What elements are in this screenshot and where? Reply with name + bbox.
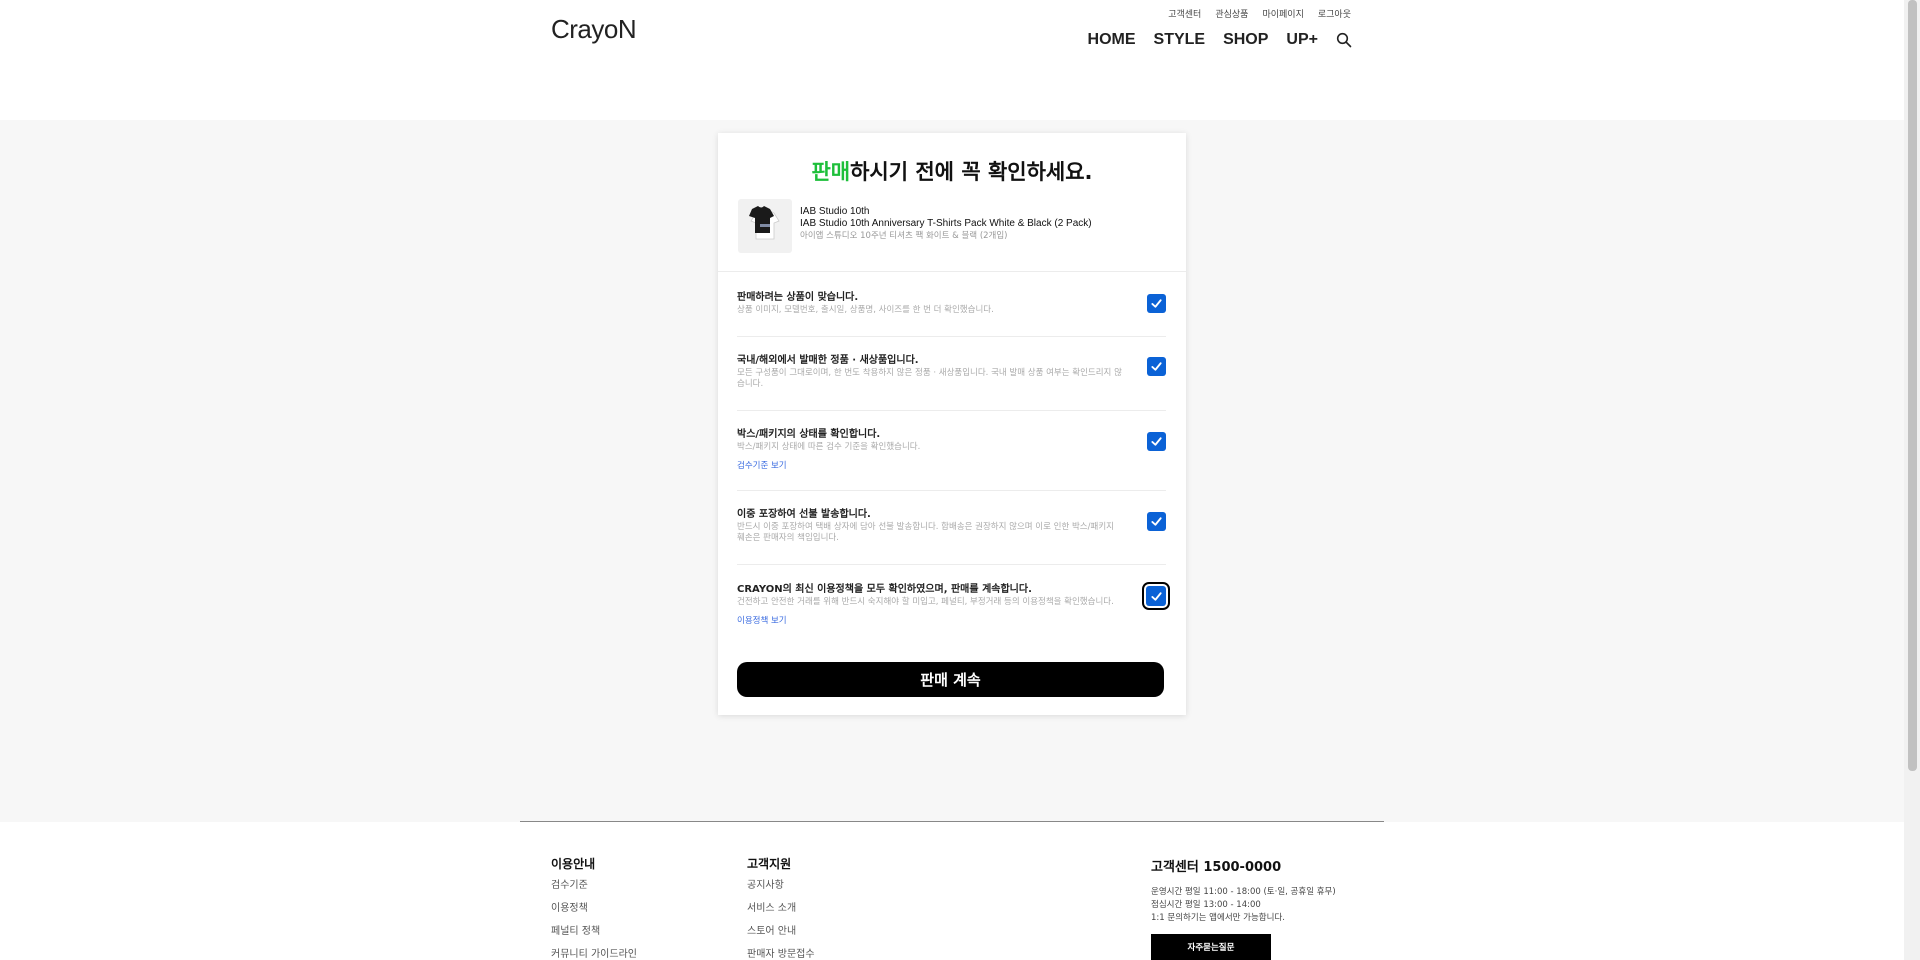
- top-link-wishlist[interactable]: 관심상품: [1215, 7, 1248, 20]
- top-utility-links: 고객센터 관심상품 마이페이지 로그아웃: [1168, 7, 1351, 20]
- footer-link-service[interactable]: 서비스 소개: [747, 903, 815, 915]
- checkmark-icon: [1151, 437, 1162, 446]
- footer-support-column: 고객지원 공지사항 서비스 소개 스토어 안내 판매자 방문접수: [747, 855, 815, 960]
- nav-home[interactable]: HOME: [1088, 31, 1136, 49]
- product-image: [738, 199, 792, 253]
- top-link-mypage[interactable]: 마이페이지: [1262, 7, 1303, 20]
- checkmark-icon: [1150, 591, 1162, 601]
- check-checkbox[interactable]: [1147, 357, 1166, 376]
- check-checkbox[interactable]: [1147, 432, 1166, 451]
- search-icon[interactable]: [1336, 32, 1352, 48]
- checkmark-icon: [1151, 299, 1162, 308]
- divider: [737, 410, 1166, 411]
- divider: [737, 490, 1166, 491]
- footer-link-inspection[interactable]: 검수기준: [551, 880, 637, 892]
- cs-inquiry: 1:1 문의하기는 앱에서만 가능합니다.: [1151, 913, 1285, 923]
- nav-style[interactable]: STYLE: [1154, 31, 1206, 49]
- footer-link-community[interactable]: 커뮤니티 가이드라인: [551, 949, 637, 960]
- top-link-customer-center[interactable]: 고객센터: [1168, 7, 1201, 20]
- product-name: IAB Studio 10th Anniversary T-Shirts Pac…: [800, 218, 1092, 229]
- checkmark-icon: [1151, 517, 1162, 526]
- cs-title: 고객센터 1500-0000: [1151, 860, 1282, 875]
- title-accent: 판매: [811, 160, 851, 184]
- divider: [718, 271, 1186, 272]
- page-scrollbar[interactable]: [1904, 0, 1920, 960]
- footer-link-store[interactable]: 스토어 안내: [747, 926, 815, 938]
- nav-shop[interactable]: SHOP: [1223, 31, 1268, 49]
- footer-link-penalty[interactable]: 페널티 정책: [551, 926, 637, 938]
- footer-guide-column: 이용안내 검수기준 이용정책 페널티 정책 커뮤니티 가이드라인: [551, 855, 637, 960]
- cs-hours: 운영시간 평일 11:00 - 18:00 (토·일, 공휴일 휴무): [1151, 887, 1336, 897]
- site-footer: 이용안내 검수기준 이용정책 페널티 정책 커뮤니티 가이드라인 고객지원 공지…: [0, 822, 1904, 960]
- divider: [737, 564, 1166, 565]
- sell-check-card: 판매하시기 전에 꼭 확인하세요. IAB Studio 10th IAB St…: [718, 133, 1186, 715]
- footer-link-policy[interactable]: 이용정책: [551, 903, 637, 915]
- site-header: CrayoN 고객센터 관심상품 마이페이지 로그아웃 HOME STYLE S…: [0, 0, 1904, 120]
- product-summary: IAB Studio 10th IAB Studio 10th Annivers…: [738, 199, 1168, 253]
- check-item-correct-product: 판매하려는 상품이 맞습니다. 상품 이미지, 모델번호, 출시일, 상품명, …: [737, 291, 1166, 316]
- policy-link[interactable]: 이용정책 보기: [737, 616, 787, 627]
- scrollbar-thumb[interactable]: [1908, 0, 1917, 771]
- tshirt-icon: [749, 206, 780, 240]
- continue-selling-button[interactable]: 판매 계속: [737, 662, 1164, 697]
- check-checkbox[interactable]: [1142, 582, 1170, 610]
- footer-customer-center: 고객센터 1500-0000 운영시간 평일 11:00 - 18:00 (토·…: [1151, 856, 1336, 960]
- check-checkbox[interactable]: [1147, 512, 1166, 531]
- footer-heading: 이용안내: [551, 857, 596, 871]
- footer-link-notice[interactable]: 공지사항: [747, 880, 815, 892]
- divider: [737, 336, 1166, 337]
- check-item-double-packing: 이중 포장하여 선불 발송합니다. 반드시 이중 포장하여 택배 상자에 담아 …: [737, 508, 1166, 544]
- check-item-genuine-new: 국내/해외에서 발매한 정품 · 새상품입니다. 모든 구성품이 그대로이며, …: [737, 354, 1166, 390]
- check-desc: 건전하고 안전한 거래를 위해 반드시 숙지해야 할 미입고, 페널티, 부정거…: [737, 597, 1114, 607]
- footer-heading: 고객지원: [747, 857, 792, 871]
- check-title: 판매하려는 상품이 맞습니다.: [737, 292, 859, 303]
- check-title: 박스/패키지의 상태를 확인합니다.: [737, 429, 881, 440]
- nav-up-plus[interactable]: UP+: [1286, 31, 1318, 49]
- title-rest: 하시기 전에 꼭 확인하세요.: [850, 160, 1093, 184]
- footer-link-seller-visit[interactable]: 판매자 방문접수: [747, 949, 815, 960]
- main-nav: HOME STYLE SHOP UP+: [1088, 31, 1352, 49]
- check-title: 이중 포장하여 선불 발송합니다.: [737, 509, 871, 520]
- inspection-standard-link[interactable]: 검수기준 보기: [737, 461, 787, 472]
- check-desc: 반드시 이중 포장하여 택배 상자에 담아 선불 발송합니다. 합배송은 권장하…: [737, 522, 1114, 543]
- page-title: 판매하시기 전에 꼭 확인하세요.: [718, 156, 1186, 186]
- top-link-logout[interactable]: 로그아웃: [1318, 7, 1351, 20]
- faq-button[interactable]: 자주묻는질문: [1151, 934, 1271, 960]
- check-title: 국내/해외에서 발매한 정품 · 새상품입니다.: [737, 355, 919, 366]
- checkmark-icon: [1151, 362, 1162, 371]
- product-brand: IAB Studio 10th: [800, 206, 870, 217]
- product-info: IAB Studio 10th IAB Studio 10th Annivers…: [800, 206, 1092, 242]
- check-item-box-condition: 박스/패키지의 상태를 확인합니다. 박스/패키지 상태에 따른 검수 기준을 …: [737, 428, 1166, 472]
- product-korean-name: 아이앱 스튜디오 10주년 티셔츠 팩 화이트 & 블랙 (2개입): [800, 231, 1008, 241]
- check-title: CRAYON의 최신 이용정책을 모두 확인하였으며, 판매를 계속합니다.: [737, 584, 1032, 595]
- check-desc: 모든 구성품이 그대로이며, 한 번도 착용하지 않은 정품 · 새상품입니다.…: [737, 368, 1122, 389]
- check-checkbox[interactable]: [1147, 294, 1166, 313]
- check-item-policy-agree: CRAYON의 최신 이용정책을 모두 확인하였으며, 판매를 계속합니다. 건…: [737, 582, 1170, 627]
- check-desc: 박스/패키지 상태에 따른 검수 기준을 확인했습니다.: [737, 442, 921, 452]
- site-logo[interactable]: CrayoN: [551, 14, 637, 45]
- check-desc: 상품 이미지, 모델번호, 출시일, 상품명, 사이즈를 한 번 더 확인했습니…: [737, 305, 994, 315]
- cs-lunch: 점심시간 평일 13:00 - 14:00: [1151, 900, 1261, 910]
